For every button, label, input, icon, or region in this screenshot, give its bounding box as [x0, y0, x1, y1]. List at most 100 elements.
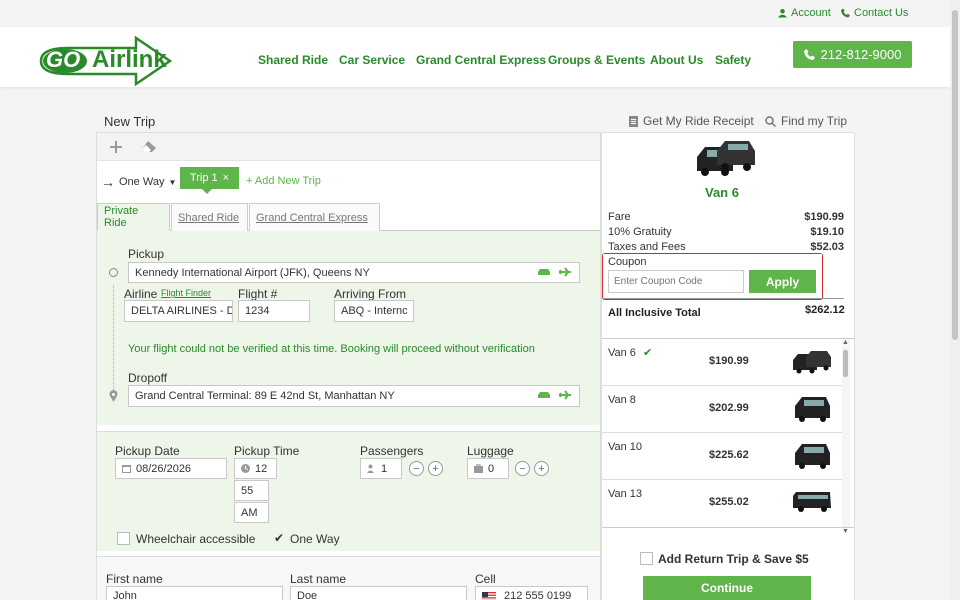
passengers-decrement-button[interactable]: −: [409, 461, 424, 476]
scroll-down-icon[interactable]: ▼: [842, 528, 849, 535]
fare-value: $190.99: [804, 211, 844, 223]
pickup-hour-select[interactable]: 12: [234, 458, 277, 479]
pickup-date-label: Pickup Date: [115, 444, 180, 458]
route-connector: [113, 285, 114, 390]
luggage-input[interactable]: 0: [467, 458, 509, 479]
scroll-up-icon[interactable]: ▲: [842, 339, 849, 346]
pickup-minute-select[interactable]: 55: [234, 480, 269, 501]
vehicle-price: $255.02: [709, 496, 749, 508]
flight-number-value: 1234: [245, 305, 270, 317]
vehicle-price: $202.99: [709, 402, 749, 414]
nav-car-service[interactable]: Car Service: [339, 53, 405, 67]
form-toolbar: [97, 133, 600, 161]
find-trip-link[interactable]: Find my Trip: [765, 114, 847, 128]
selected-check-icon: ✔: [643, 347, 653, 359]
dropoff-label: Dropoff: [128, 371, 168, 385]
page-scrollbar-thumb[interactable]: [952, 10, 958, 340]
tab-private-ride[interactable]: Private Ride: [97, 203, 170, 231]
add-icon[interactable]: [110, 141, 122, 153]
dropoff-input[interactable]: Grand Central Terminal: 89 E 42nd St, Ma…: [128, 385, 580, 407]
car-icon[interactable]: [537, 268, 551, 276]
nav-safety[interactable]: Safety: [715, 53, 751, 67]
vehicle-name: Van 10: [608, 441, 643, 453]
flight-finder-link[interactable]: Flight Finder: [161, 288, 211, 298]
apply-coupon-button[interactable]: Apply: [749, 270, 816, 293]
pickup-ampm-value: AM: [241, 506, 258, 519]
nav-about-us[interactable]: About Us: [650, 53, 703, 67]
pickup-origin-icon: [109, 268, 118, 277]
check-icon[interactable]: ✔: [274, 531, 284, 545]
last-name-input[interactable]: Doe: [290, 586, 467, 600]
add-new-trip-link[interactable]: + Add New Trip: [246, 175, 321, 187]
gratuity-value: $19.10: [810, 226, 844, 238]
trip-tab[interactable]: Trip 1 ×: [180, 167, 239, 189]
passengers-increment-button[interactable]: +: [428, 461, 443, 476]
vehicle-option-van-10[interactable]: Van 10 $225.62: [602, 433, 842, 480]
nav-grand-central-express[interactable]: Grand Central Express: [416, 53, 546, 67]
eraser-icon[interactable]: [142, 141, 156, 153]
receipt-icon: [629, 115, 638, 127]
phone-button[interactable]: 212-812-9000: [793, 41, 912, 68]
vehicle-name: Van 13: [608, 488, 643, 500]
taxes-value: $52.03: [810, 241, 844, 253]
luggage-label: Luggage: [467, 444, 514, 458]
arriving-from-input[interactable]: ABQ - Internc: [334, 300, 414, 322]
first-name-input[interactable]: John: [106, 586, 283, 600]
vehicle-list-bottom-border: [602, 527, 854, 528]
account-label: Account: [791, 7, 831, 19]
vehicle-option-van-8[interactable]: Van 8 $202.99: [602, 386, 842, 433]
pickup-date-input[interactable]: 08/26/2026: [115, 458, 227, 479]
direction-value: One Way: [119, 176, 165, 188]
vehicle-option-van-13[interactable]: Van 13 $255.02: [602, 480, 842, 527]
tab-grand-central-express[interactable]: Grand Central Express: [249, 203, 380, 231]
cell-input[interactable]: 212 555 0199: [475, 586, 588, 600]
vehicle-list-scroll-thumb[interactable]: [843, 350, 848, 377]
trip-tab-close[interactable]: ×: [223, 172, 229, 184]
return-trip-checkbox[interactable]: [640, 552, 653, 565]
arriving-from-value: ABQ - Internc: [341, 305, 408, 317]
account-link[interactable]: Account: [778, 7, 831, 19]
fare-label: Fare: [608, 211, 631, 223]
pickup-hour-value: 12: [255, 462, 268, 475]
van-thumbnail: [795, 444, 830, 469]
coupon-input[interactable]: [608, 270, 744, 293]
fare-row: Fare $190.99: [608, 211, 844, 223]
vehicle-option-van-6[interactable]: Van 6 ✔ $190.99: [602, 339, 842, 386]
van-thumbnail: [793, 492, 831, 512]
logo-airlink-text: Airlink: [92, 46, 167, 73]
return-trip-label: Add Return Trip & Save $5: [658, 552, 809, 566]
airline-input[interactable]: DELTA AIRLINES - DL: [124, 300, 233, 322]
phone-icon: [803, 49, 815, 60]
total-label: All Inclusive Total: [608, 307, 701, 319]
luggage-value: 0: [488, 462, 495, 475]
direction-select[interactable]: → One Way ▼: [101, 174, 176, 190]
us-flag-icon[interactable]: [482, 591, 496, 600]
continue-button[interactable]: Continue: [643, 576, 811, 600]
taxes-label: Taxes and Fees: [608, 241, 686, 253]
luggage-decrement-button[interactable]: −: [515, 461, 530, 476]
logo-go-text: GO: [46, 47, 81, 72]
nav-shared-ride[interactable]: Shared Ride: [258, 53, 328, 67]
wheelchair-checkbox[interactable]: [117, 532, 130, 545]
pickup-minute-value: 55: [241, 484, 254, 497]
pickup-date-value: 08/26/2026: [136, 462, 192, 475]
flight-number-input[interactable]: 1234: [238, 300, 310, 322]
pickup-ampm-select[interactable]: AM: [234, 502, 269, 523]
passengers-input[interactable]: 1: [360, 458, 402, 479]
pickup-time-label: Pickup Time: [234, 444, 300, 458]
phone-icon: [841, 8, 850, 18]
tab-shared-ride[interactable]: Shared Ride: [171, 203, 248, 231]
caret-down-icon: ▼: [168, 177, 177, 187]
luggage-increment-button[interactable]: +: [534, 461, 549, 476]
clock-icon: [241, 464, 250, 473]
contact-link[interactable]: Contact Us: [841, 7, 908, 19]
ride-receipt-link[interactable]: Get My Ride Receipt: [629, 114, 754, 128]
logo[interactable]: GO Airlink: [38, 36, 172, 86]
nav-groups-events[interactable]: Groups & Events: [548, 53, 645, 67]
plane-icon[interactable]: [559, 390, 571, 400]
plane-icon[interactable]: [559, 267, 571, 277]
pickup-input[interactable]: Kennedy International Airport (JFK), Que…: [128, 262, 580, 283]
calendar-icon: [122, 465, 131, 473]
vehicle-price: $190.99: [709, 355, 749, 367]
car-icon[interactable]: [537, 391, 551, 399]
